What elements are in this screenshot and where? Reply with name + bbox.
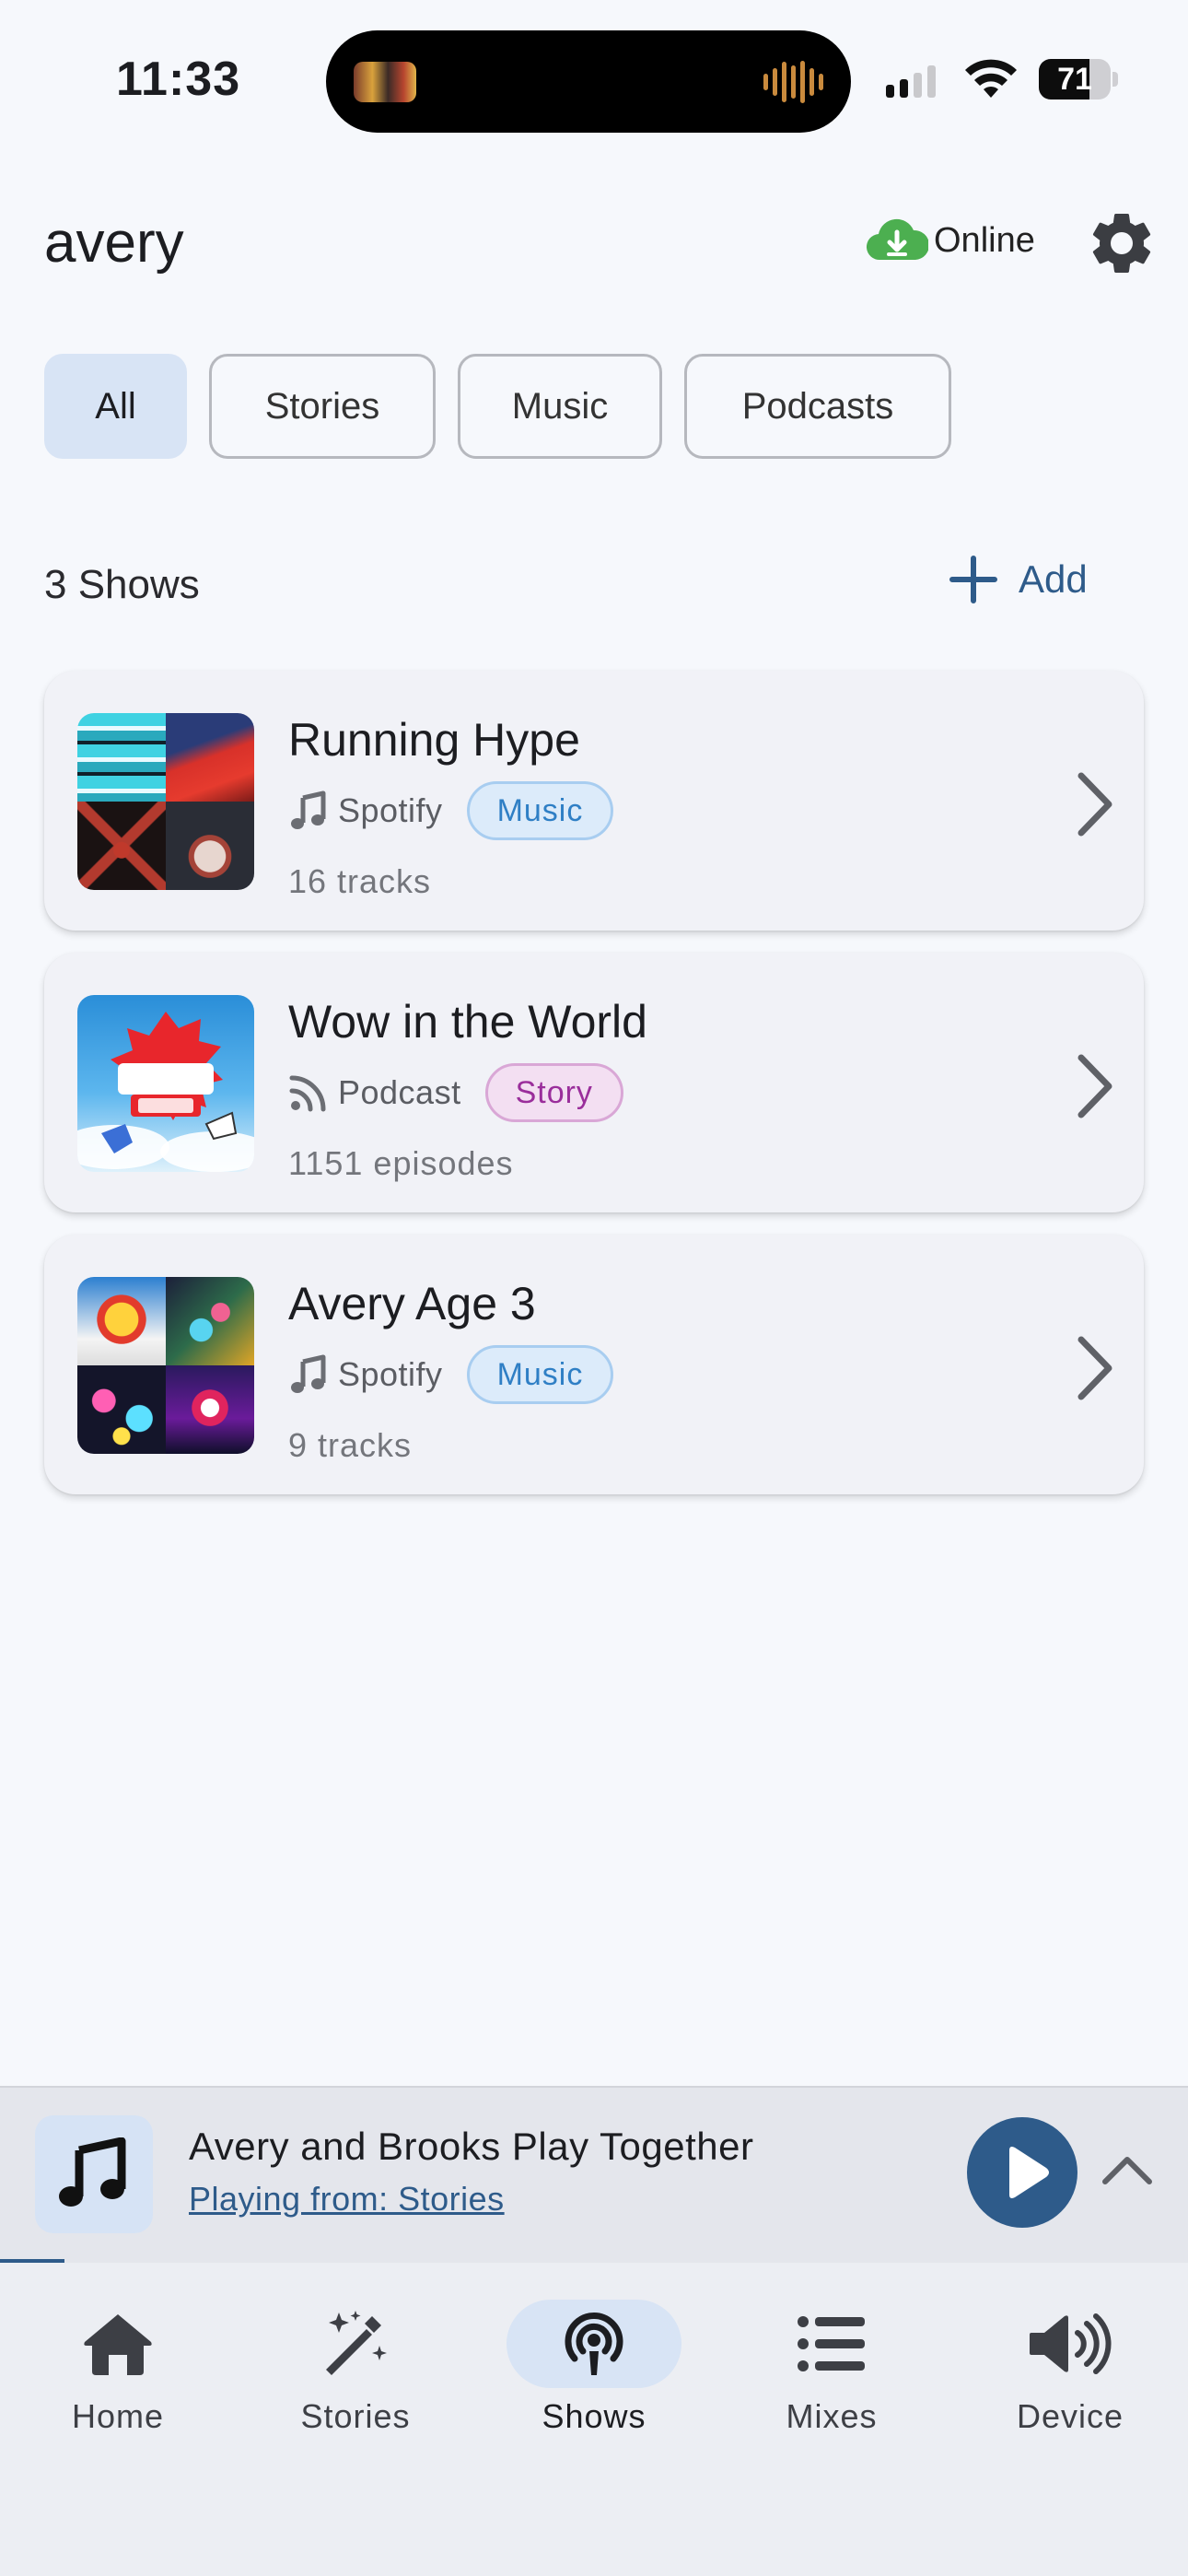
show-title: Running Hype — [288, 714, 580, 766]
nav-item-home[interactable]: Home — [17, 2300, 219, 2436]
nav-item-mixes[interactable]: Mixes — [730, 2300, 933, 2436]
show-artwork — [77, 995, 254, 1172]
cloud-download-icon — [866, 218, 928, 261]
show-card[interactable]: Avery Age 3 Spotify Music 9 tracks — [44, 1235, 1144, 1494]
status-time: 11:33 — [116, 53, 241, 106]
nav-label: Shows — [542, 2397, 646, 2435]
now-playing-artwork — [35, 2115, 153, 2233]
nav-item-shows[interactable]: Shows — [493, 2300, 695, 2436]
shows-count: 3 Shows — [44, 562, 200, 607]
now-playing-source-link[interactable]: Playing from: Stories — [189, 2180, 505, 2219]
chevron-right-icon — [1077, 772, 1112, 837]
chevron-right-icon — [1077, 1054, 1112, 1118]
add-show-label: Add — [1019, 557, 1088, 601]
show-source: Podcast — [338, 1073, 461, 1111]
show-episode-count: 1151 episodes — [288, 1144, 514, 1182]
bottom-navigation: Home Stories Shows Mixes Device — [0, 2263, 1188, 2576]
filter-chip-all[interactable]: All — [44, 354, 187, 459]
filter-chip-stories[interactable]: Stories — [209, 354, 436, 459]
nav-item-device[interactable]: Device — [969, 2300, 1171, 2436]
nav-item-stories[interactable]: Stories — [254, 2300, 457, 2436]
connection-status[interactable]: Online — [866, 217, 1035, 263]
wow-artwork-graphic — [77, 1012, 254, 1172]
podcast-icon — [565, 2312, 623, 2375]
nav-label: Home — [71, 2397, 165, 2435]
show-card[interactable]: Running Hype Spotify Music 16 tracks — [44, 671, 1144, 931]
rss-feed-icon — [289, 1075, 326, 1112]
show-title: Wow in the World — [288, 996, 647, 1048]
status-bar: 11:33 71 — [0, 0, 1188, 138]
chevron-right-icon — [1077, 1336, 1112, 1400]
dynamic-island[interactable] — [326, 30, 851, 133]
show-card[interactable]: Wow in the World Podcast Story 1151 epis… — [44, 953, 1144, 1212]
battery-icon: 71 — [1039, 59, 1118, 100]
connection-status-label: Online — [934, 220, 1035, 260]
category-tag: Music — [466, 1345, 614, 1404]
now-playing-title: Avery and Brooks Play Together — [189, 2125, 754, 2168]
category-tag: Music — [466, 781, 614, 840]
filter-chip-music[interactable]: Music — [458, 354, 662, 459]
category-tag: Story — [484, 1063, 623, 1122]
now-playing-thumbnail — [354, 62, 416, 102]
show-source: Spotify — [338, 791, 443, 829]
battery-level: 71 — [1057, 62, 1092, 97]
cellular-signal-icon — [886, 64, 936, 98]
show-track-count: 9 tracks — [288, 1426, 413, 1464]
show-meta: Podcast Story — [288, 1063, 623, 1122]
show-meta: Spotify Music — [288, 1345, 614, 1404]
filter-bar: All Stories Music Podcasts — [44, 354, 951, 459]
show-artwork — [77, 1277, 254, 1454]
wifi-icon — [965, 59, 1017, 98]
play-icon — [1009, 2147, 1049, 2198]
show-title: Avery Age 3 — [288, 1278, 536, 1329]
chevron-up-icon[interactable] — [1098, 2147, 1157, 2193]
gear-icon[interactable] — [1085, 206, 1159, 280]
play-button[interactable] — [967, 2117, 1077, 2228]
home-icon — [84, 2314, 152, 2375]
add-show-button[interactable]: Add — [949, 555, 1088, 604]
music-note-icon — [59, 2137, 126, 2207]
show-artwork — [77, 713, 254, 890]
show-track-count: 16 tracks — [288, 862, 432, 900]
show-source: Spotify — [338, 1355, 443, 1393]
list-icon — [798, 2316, 865, 2371]
show-meta: Spotify Music — [288, 781, 614, 840]
audio-waveform-icon — [763, 60, 823, 104]
page-title: avery — [44, 211, 184, 275]
nav-label: Device — [1016, 2397, 1124, 2435]
nav-label: Stories — [300, 2397, 411, 2435]
nav-label: Mixes — [786, 2397, 878, 2435]
filter-chip-podcasts[interactable]: Podcasts — [684, 354, 951, 459]
music-note-icon — [291, 1354, 326, 1393]
mini-player[interactable]: Avery and Brooks Play Together Playing f… — [0, 2086, 1188, 2261]
music-note-icon — [291, 790, 326, 829]
speaker-icon — [1030, 2313, 1112, 2374]
magic-wand-icon — [326, 2311, 387, 2375]
plus-icon — [949, 556, 997, 603]
